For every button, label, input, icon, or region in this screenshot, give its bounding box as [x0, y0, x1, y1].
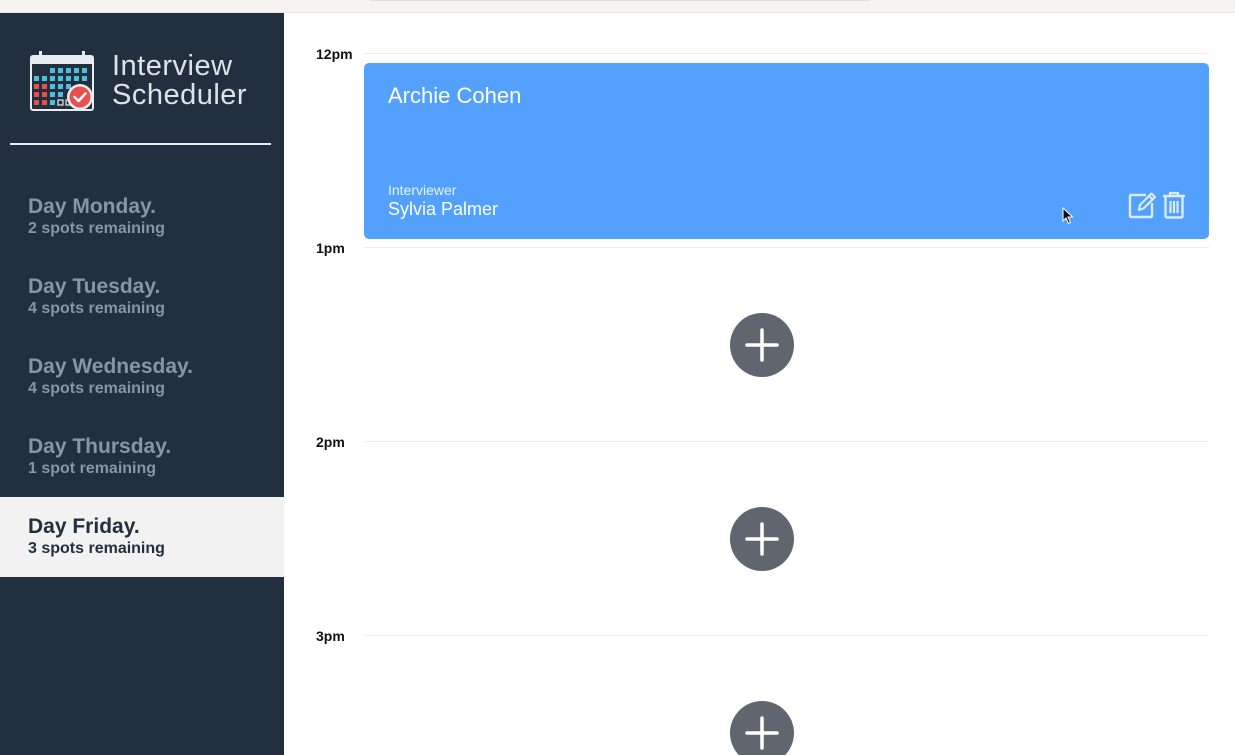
time-label-2pm: 2pm: [316, 434, 345, 450]
sidebar-divider: [10, 143, 271, 145]
day-spots: 1 spot remaining: [28, 460, 157, 477]
brand: Interview Scheduler: [30, 49, 247, 113]
add-appointment-button[interactable]: [730, 507, 794, 571]
day-spots: 4 spots remaining: [28, 380, 165, 397]
browser-top-strip: [0, 0, 1235, 13]
add-appointment-button[interactable]: [730, 313, 794, 377]
day-list-item-friday[interactable]: Day Friday. 3 spots remaining: [0, 497, 284, 577]
plus-icon: [745, 522, 779, 556]
time-separator: [364, 247, 1209, 248]
add-appointment-button[interactable]: [730, 701, 794, 755]
time-label-12pm: 12pm: [316, 46, 353, 62]
plus-icon: [745, 716, 779, 750]
time-separator: [364, 441, 1209, 442]
time-label-1pm: 1pm: [316, 240, 345, 256]
day-spots: 2 spots remaining: [28, 220, 165, 237]
day-name: Day Tuesday.: [28, 275, 161, 298]
day-list-item-thursday[interactable]: Day Thursday. 1 spot remaining: [0, 417, 284, 497]
app-title-line1: Interview: [112, 50, 233, 82]
appointment-card: Archie Cohen Interviewer Sylvia Palmer: [364, 63, 1209, 239]
day-name: Day Thursday.: [28, 435, 172, 458]
scroll-hint: [370, 0, 870, 1]
day-list: Day Monday. 2 spots remaining Day Tuesda…: [0, 177, 284, 577]
time-separator: [364, 635, 1209, 636]
interviewer-name: Sylvia Palmer: [388, 199, 499, 219]
day-name: Day Monday.: [28, 195, 156, 218]
time-label-3pm: 3pm: [316, 628, 345, 644]
plus-icon: [745, 328, 779, 362]
mouse-cursor-icon: [1062, 207, 1074, 225]
time-separator: [364, 53, 1209, 54]
sidebar: Interview Scheduler Day Monday. 2 spots …: [0, 13, 284, 755]
schedule: 12pm Archie Cohen Interviewer Sylvia Pal…: [284, 13, 1235, 755]
day-list-item-monday[interactable]: Day Monday. 2 spots remaining: [0, 177, 284, 257]
day-name: Day Friday.: [28, 515, 140, 538]
edit-icon[interactable]: [1128, 191, 1156, 219]
day-list-item-wednesday[interactable]: Day Wednesday. 4 spots remaining: [0, 337, 284, 417]
app-title: Interview Scheduler: [112, 52, 247, 110]
student-name: Archie Cohen: [388, 83, 522, 108]
day-spots: 3 spots remaining: [28, 540, 165, 557]
day-spots: 4 spots remaining: [28, 300, 165, 317]
app-title-line2: Scheduler: [112, 79, 248, 111]
day-name: Day Wednesday.: [28, 355, 193, 378]
calendar-check-icon: [30, 51, 94, 111]
day-list-item-tuesday[interactable]: Day Tuesday. 4 spots remaining: [0, 257, 284, 337]
trash-icon[interactable]: [1162, 191, 1186, 219]
interviewer-label: Interviewer: [388, 182, 457, 198]
